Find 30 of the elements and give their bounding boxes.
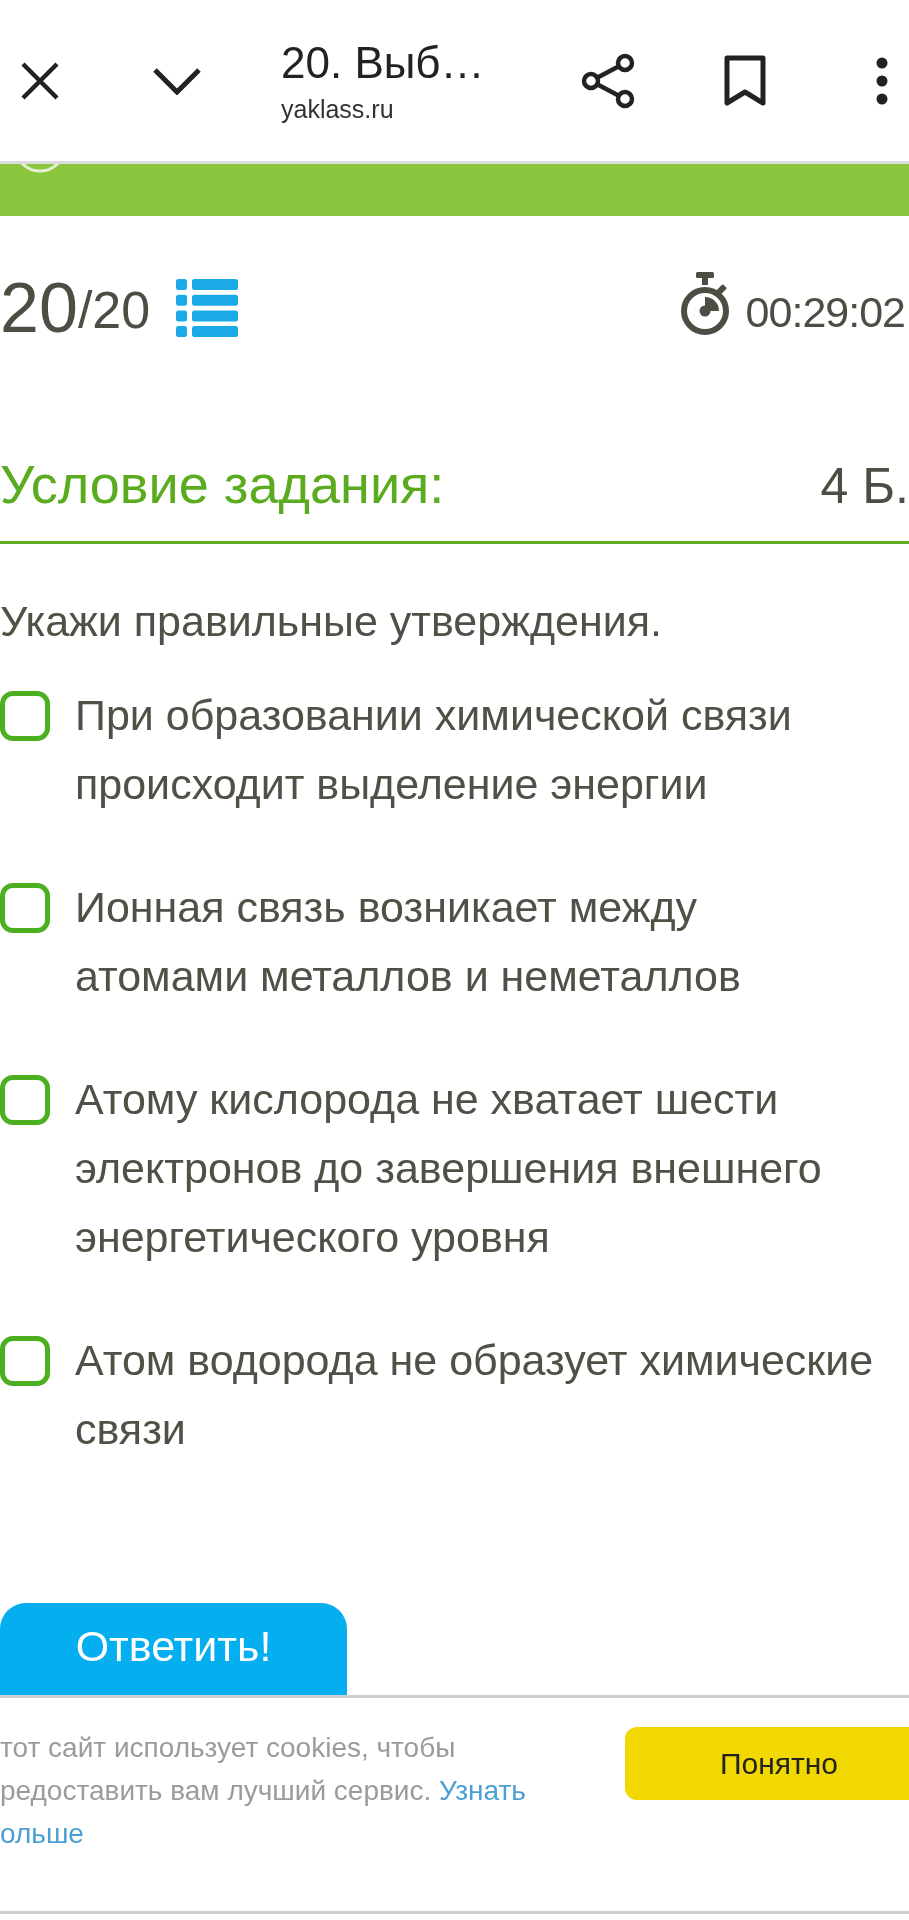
option-label[interactable]: При образовании химической связи происходит выделение энергии xyxy=(75,681,875,819)
close-button[interactable] xyxy=(21,61,59,100)
accept-button[interactable]: Понятно xyxy=(625,1727,909,1800)
page-domain: yaklass.ru xyxy=(281,93,394,125)
page-title: 20. Выб… xyxy=(281,36,485,89)
cookie-text: тот сайт использует cookies, чтобы редоставить вам лучший сервис. Узнать ольше xyxy=(0,1731,527,1851)
menu-button[interactable] xyxy=(876,56,888,105)
stopwatch-icon xyxy=(679,272,730,336)
timer-text: 00:29:02 xyxy=(745,287,905,338)
checkbox[interactable] xyxy=(0,691,50,741)
option-label[interactable]: Ионная связь возникает между атомами металлов и неметаллов xyxy=(75,873,875,1011)
option-label[interactable]: Атому кислорода не хватает шести электронов до завершения внешнего энергетического уровня xyxy=(75,1065,875,1272)
checkbox[interactable] xyxy=(0,1336,50,1386)
points-text: 4 Б. xyxy=(820,457,909,516)
chevron-down-icon xyxy=(152,66,202,95)
checkbox[interactable] xyxy=(0,883,50,933)
checkbox[interactable] xyxy=(0,1075,50,1125)
share-icon xyxy=(581,52,635,109)
task-heading: Условие задания: xyxy=(0,453,445,516)
question-total: /20 xyxy=(77,280,151,340)
option-label[interactable]: Атом водорода не образует химические связи xyxy=(75,1326,875,1464)
bookmark-button[interactable] xyxy=(724,54,766,107)
close-icon xyxy=(21,61,59,100)
question-number: 20 xyxy=(0,268,78,348)
more-vertical-icon xyxy=(876,56,888,105)
bookmark-icon xyxy=(724,54,766,107)
list-icon[interactable] xyxy=(176,279,239,337)
share-button[interactable] xyxy=(581,52,635,109)
collapse-button[interactable] xyxy=(152,66,202,95)
question-text: Укажи правильные утверждения. xyxy=(0,596,663,647)
